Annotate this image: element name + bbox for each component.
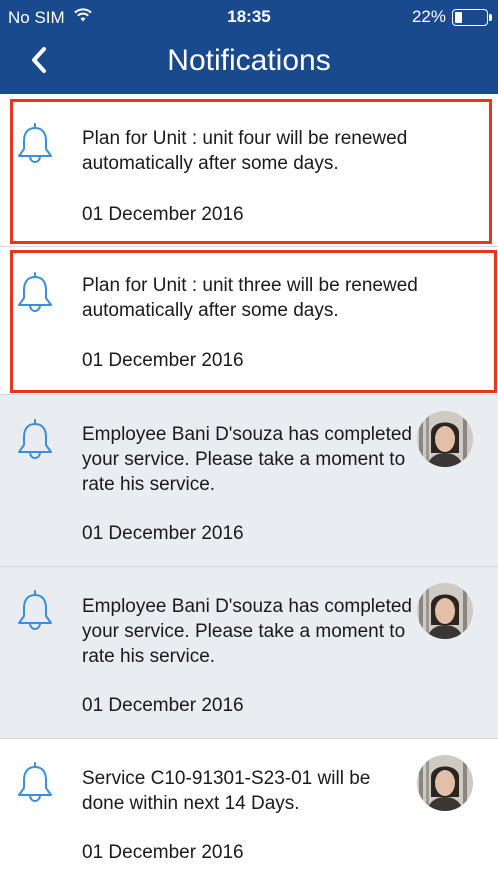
notification-message: Employee Bani D'souza has completed your… [82,596,412,667]
bell-icon [16,761,54,803]
avatar [417,755,473,811]
header: No SIM 18:35 22% Notifications [0,0,498,94]
bell-icon [16,122,54,164]
notification-message: Service C10-91301-S23-01 will be done wi… [82,768,371,814]
bell-icon [16,418,54,460]
notification-item[interactable]: Employee Bani D'souza has completed your… [0,395,498,567]
avatar [417,411,473,467]
status-bar: No SIM 18:35 22% [0,0,498,34]
bell-icon [16,271,54,313]
notification-list: Plan for Unit : unit four will be renewe… [0,94,498,885]
notification-message: Plan for Unit : unit four will be renewe… [82,128,408,174]
battery-fill [455,11,463,23]
battery-icon [452,8,492,26]
notification-date: 01 December 2016 [82,842,244,863]
notification-item[interactable]: Service C10-91301-S23-01 will be done wi… [0,739,498,885]
notification-date: 01 December 2016 [82,204,244,225]
notification-item[interactable]: Plan for Unit : unit four will be renewe… [0,94,498,247]
status-right: 22% [411,7,492,27]
notification-date: 01 December 2016 [82,523,244,544]
notification-item[interactable]: Plan for Unit : unit three will be renew… [0,247,498,395]
notification-message: Plan for Unit : unit three will be renew… [82,275,418,321]
notification-message: Employee Bani D'souza has completed your… [82,424,412,495]
battery-percent: 22% [411,7,446,26]
bell-icon [16,589,54,631]
page-title: Notifications [167,44,331,77]
avatar [417,583,473,639]
notification-item[interactable]: Employee Bani D'souza has completed your… [0,567,498,739]
notification-date: 01 December 2016 [82,350,244,371]
notification-date: 01 December 2016 [82,695,244,716]
